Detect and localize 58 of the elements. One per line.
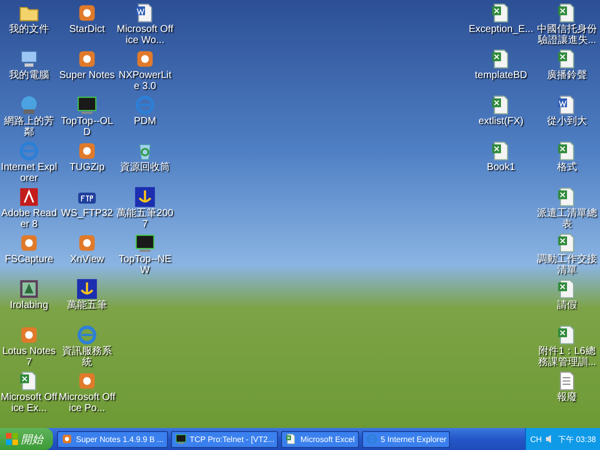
desktop-icon-label[interactable]: WS_FTP32 [61,208,113,219]
desktop-icon-label[interactable]: Microsoft Office Wo... [116,24,174,46]
browser-icon [366,433,378,445]
start-button[interactable]: 開始 [0,428,53,450]
desktop-icon-label[interactable]: XnView [70,254,104,265]
desktop-icon-label[interactable]: 廣播鈴聲 [547,70,587,81]
desktop-icon-label[interactable]: Super Notes [59,70,115,81]
terminal-icon [134,232,156,254]
terminal-icon [76,94,98,116]
desktop-icon-label[interactable]: Internet Explorer [0,162,58,184]
desktop-icon-label[interactable]: templateBD [474,70,528,81]
desktop-icon-label[interactable]: 附件1：L6總務課管理訓... [534,346,600,368]
desktop-icon-label[interactable]: 從小到大 [547,116,587,127]
taskbar-button[interactable]: 5 Internet Explorer [362,430,450,448]
clock: 下午 03:38 [558,434,596,444]
desktop-icon-label[interactable]: Microsoft Office Ex... [0,392,58,414]
desktop-icon-label[interactable]: 萬能五筆 [67,300,107,311]
desktop-icon-label[interactable]: 請假 [557,300,577,311]
desktop-icon-label[interactable]: Exception_E... [468,24,534,35]
browser-icon [76,324,98,346]
spreadsheet-icon [285,433,298,445]
desktop-icon-label[interactable]: 中國信托身份驗證讓進失... [534,24,600,46]
desktop-icon-label[interactable]: Book1 [486,162,516,173]
desktop-icon-label[interactable]: TUGZip [70,162,104,173]
desktop-icon-label[interactable]: TopTop--OLD [58,116,116,138]
picture-icon [18,278,40,300]
taskbar-button[interactable]: TCP Pro:Telnet - [VT2... [170,430,278,448]
desktop-icon-label[interactable]: 派遣工清單總表 [534,208,600,230]
desktop-icon-label[interactable]: PDM [134,116,156,127]
desktop-icon-label[interactable]: 萬能五筆2007 [116,208,174,230]
desktop-icon-label[interactable]: 資源回收筒 [120,162,170,173]
desktop-icon-label[interactable]: 資訊服務系統 [58,346,116,368]
browser-icon [134,94,156,116]
anchor-icon [76,278,98,300]
pdf-icon [18,186,40,208]
taskbar-button[interactable]: Microsoft Excel [281,430,359,448]
desktop-icon-label[interactable]: 報廢 [557,392,577,403]
desktop-icon-label[interactable]: FSCapture [4,254,54,265]
browser-icon [18,140,40,162]
application-icon [61,433,73,445]
anchor-icon [134,186,156,208]
windows-logo-icon [6,433,18,445]
terminal-icon [174,433,187,445]
desktop-icon-label[interactable]: 網路上的芳鄰 [0,116,58,138]
desktop-icon-label[interactable]: Adobe Reader 8 [0,208,58,230]
language-indicator[interactable]: CH [530,434,542,444]
desktop-icon-label[interactable]: extlist(FX) [478,116,524,127]
desktop-icon-label[interactable]: 我的電腦 [9,70,49,81]
desktop-icon-label[interactable]: Microsoft Office Po... [58,392,116,414]
desktop-icon-label[interactable]: StarDict [69,24,105,35]
desktop-icon-label[interactable]: Irolabing [10,300,48,311]
desktop-icon-label[interactable]: TopTop--NEW [116,254,174,276]
desktop-icon-label[interactable]: 調動工作交接清單 [534,254,600,276]
desktop-icon-label[interactable]: NXPowerLite 3.0 [116,70,174,92]
desktop-icon-label[interactable]: 我的文件 [9,24,49,35]
desktop-icon-label[interactable]: 格式 [557,162,577,173]
desktop-icon-label[interactable]: Lotus Notes 7 [0,346,58,368]
taskbar-button[interactable]: Super Notes 1.4.9.9 B ... [57,430,168,448]
